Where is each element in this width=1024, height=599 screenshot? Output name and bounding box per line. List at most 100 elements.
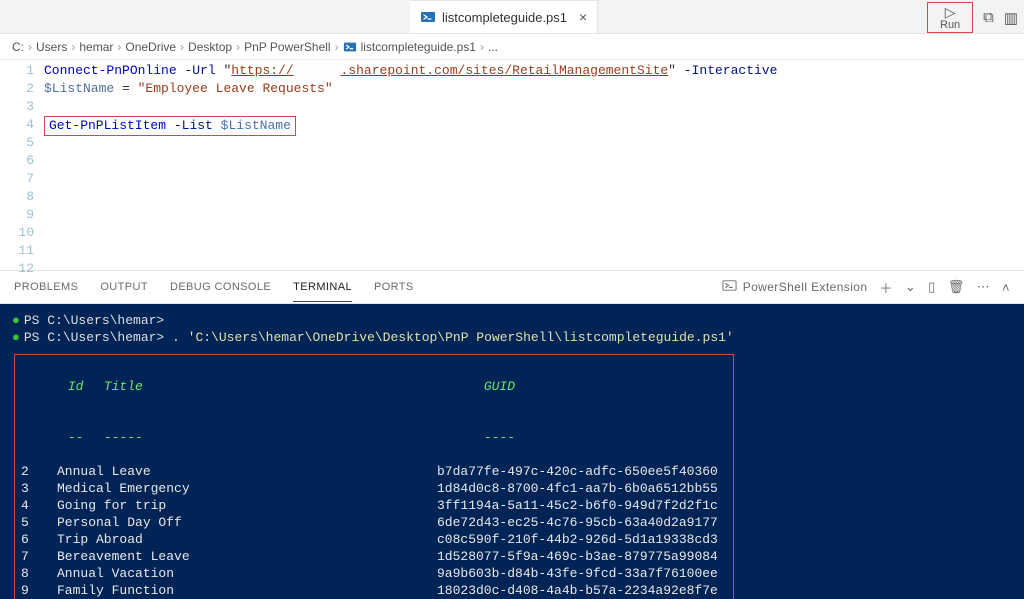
code-line-12[interactable] [44, 260, 1024, 278]
tab-filename: listcompleteguide.ps1 [442, 10, 567, 25]
code-line-6[interactable] [44, 152, 1024, 170]
panel-tab-terminal[interactable]: TERMINAL [293, 281, 352, 302]
cell-guid: 18023d0c-d408-4a4b-b57a-2234a92e8f7e [437, 582, 718, 599]
terminal-prompt: ● PS C:\Users\hemar> [0, 312, 1024, 329]
cell-id: 4 [21, 497, 57, 514]
breadcrumb-part[interactable]: hemar [79, 40, 113, 54]
token-quote: " [668, 63, 676, 78]
chevron-right-icon: › [117, 40, 121, 54]
token-url-prefix: https:// [231, 63, 293, 78]
run-play-icon: ▷ [945, 5, 956, 19]
table-divider-row: ----------- [21, 412, 725, 463]
breadcrumb-more[interactable]: ... [488, 40, 498, 54]
chevron-down-icon[interactable]: ⌄ [905, 279, 916, 295]
table-row: 5Personal Day Off6de72d43-ec25-4c76-95cb… [21, 514, 725, 531]
cell-guid: 3ff1194a-5a11-45c2-b6f0-949d7f2d2f1c [437, 497, 718, 514]
cell-guid: 6de72d43-ec25-4c76-95cb-63a40d2a9177 [437, 514, 718, 531]
powershell-icon [722, 278, 737, 296]
panel-right-controls: PowerShell Extension ＋ ⌄ ▯ 🗑 ⋯ ˄ [722, 278, 1010, 297]
code-line-7[interactable] [44, 170, 1024, 188]
line-number-gutter: 123456789101112 [0, 60, 44, 270]
code-line-3[interactable] [44, 98, 1024, 116]
code-line-2[interactable]: $ListName = "Employee Leave Requests" [44, 80, 1024, 98]
code-line-1[interactable]: Connect-PnPOnline -Url "https:// .sharep… [44, 62, 1024, 80]
cell-title: Family Function [57, 582, 437, 599]
chevron-right-icon: › [28, 40, 32, 54]
divider-guid: ---- [484, 429, 515, 446]
run-button[interactable]: ▷ Run [927, 2, 973, 33]
split-editor-icon[interactable]: ⧉ [983, 9, 994, 26]
chevron-right-icon: › [480, 40, 484, 54]
cell-guid: c08c590f-210f-44b2-926d-5d1a19338cd3 [437, 531, 718, 548]
token-string: "Employee Leave Requests" [138, 81, 333, 96]
token-url-suffix: .sharepoint.com/sites/RetailManagementSi… [341, 63, 669, 78]
prompt-text: PS C:\Users\hemar> [24, 330, 172, 345]
cell-id: 6 [21, 531, 57, 548]
breadcrumb-part[interactable]: PnP PowerShell [244, 40, 331, 54]
breadcrumb-file-label: listcompleteguide.ps1 [361, 40, 476, 54]
powershell-file-icon [420, 9, 436, 25]
cell-guid: 1d84d0c8-8700-4fc1-aa7b-6b0a6512bb55 [437, 480, 718, 497]
trash-icon[interactable]: 🗑 [948, 279, 965, 295]
panel-tab-problems[interactable]: PROBLEMS [14, 281, 78, 293]
token-param: -Interactive [684, 63, 778, 78]
chevron-right-icon: › [180, 40, 184, 54]
token-operator: = [114, 81, 137, 96]
cell-id: 7 [21, 548, 57, 565]
tab-spacer [0, 0, 410, 33]
more-icon[interactable]: ⋯ [977, 279, 990, 295]
token-param: -Url [184, 63, 215, 78]
divider-title: ----- [104, 429, 484, 446]
editor-top-right: ▷ Run ⧉ ▥ [927, 2, 1018, 33]
code-line-5[interactable] [44, 134, 1024, 152]
layout-icon[interactable]: ▥ [1004, 9, 1018, 27]
table-row: 9Family Function18023d0c-d408-4a4b-b57a-… [21, 582, 725, 599]
panel-tab-ports[interactable]: PORTS [374, 281, 414, 293]
cell-guid: b7da77fe-497c-420c-adfc-650ee5f40360 [437, 463, 718, 480]
panel-tab-output[interactable]: OUTPUT [100, 281, 148, 293]
terminal-output-table: IdTitleGUID ----------- 2Annual Leaveb7d… [14, 354, 734, 599]
breadcrumb-part[interactable]: C: [12, 40, 24, 54]
prompt-bullet-icon: ● [12, 313, 20, 328]
token-cmdlet: Get-PnPListItem [49, 118, 166, 133]
breadcrumb[interactable]: C: › Users › hemar › OneDrive › Desktop › PnP… [0, 34, 1024, 60]
cell-title: Annual Leave [57, 463, 437, 480]
table-row: 6Trip Abroadc08c590f-210f-44b2-926d-5d1a… [21, 531, 725, 548]
code-line-9[interactable] [44, 206, 1024, 224]
code-line-10[interactable] [44, 224, 1024, 242]
header-id: Id [68, 378, 104, 395]
breadcrumb-part[interactable]: Users [36, 40, 67, 54]
prompt-text: PS C:\Users\hemar> [24, 313, 164, 328]
split-terminal-icon[interactable]: ▯ [928, 279, 936, 295]
code-content[interactable]: Connect-PnPOnline -Url "https:// .sharep… [44, 60, 1024, 270]
editor-tab[interactable]: listcompleteguide.ps1 × [410, 0, 598, 33]
breadcrumb-file[interactable]: listcompleteguide.ps1 [343, 40, 476, 54]
divider-id: -- [68, 429, 104, 446]
cell-title: Trip Abroad [57, 531, 437, 548]
chevron-up-icon[interactable]: ˄ [1002, 280, 1010, 295]
panel-tab-debug[interactable]: DEBUG CONSOLE [170, 281, 271, 293]
tab-close-icon[interactable]: × [579, 9, 587, 25]
terminal-panel[interactable]: ●PS C:\Users\hemar> ●PS C:\Users\hemar> … [0, 304, 1024, 599]
code-editor[interactable]: 123456789101112 Connect-PnPOnline -Url "… [0, 60, 1024, 270]
cell-id: 8 [21, 565, 57, 582]
cell-title: Medical Emergency [57, 480, 437, 497]
code-line-4[interactable]: Get-PnPListItem -List $ListName [44, 116, 1024, 134]
cell-id: 2 [21, 463, 57, 480]
code-line-8[interactable] [44, 188, 1024, 206]
table-row: 4Going for trip3ff1194a-5a11-45c2-b6f0-9… [21, 497, 725, 514]
table-row: 2Annual Leaveb7da77fe-497c-420c-adfc-650… [21, 463, 725, 480]
cell-guid: 9a9b603b-d84b-43fe-9fcd-33a7f76100ee [437, 565, 718, 582]
new-terminal-icon[interactable]: ＋ [879, 278, 892, 297]
breadcrumb-part[interactable]: OneDrive [125, 40, 176, 54]
code-line-11[interactable] [44, 242, 1024, 260]
prompt-command: . 'C:\Users\hemar\OneDrive\Desktop\PnP P… [172, 330, 734, 345]
cell-title: Bereavement Leave [57, 548, 437, 565]
cell-title: Going for trip [57, 497, 437, 514]
terminal-launcher[interactable]: PowerShell Extension [722, 278, 868, 296]
editor-tab-bar: listcompleteguide.ps1 × ▷ Run ⧉ ▥ [0, 0, 1024, 34]
cell-id: 9 [21, 582, 57, 599]
chevron-right-icon: › [236, 40, 240, 54]
breadcrumb-part[interactable]: Desktop [188, 40, 232, 54]
prompt-bullet-icon: ● [12, 330, 20, 345]
